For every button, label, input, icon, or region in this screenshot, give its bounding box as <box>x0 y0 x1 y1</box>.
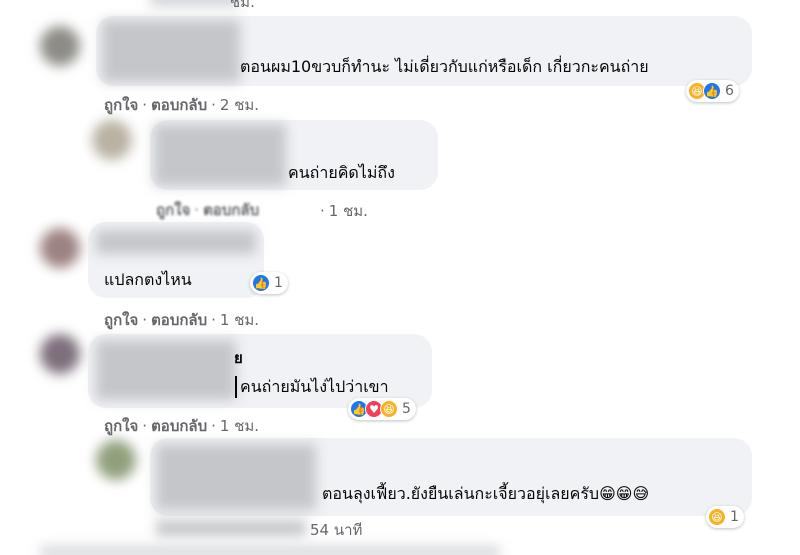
avatar[interactable] <box>40 26 80 66</box>
reaction-summary[interactable]: 👍 ♥ 😆 5 <box>348 398 416 420</box>
commenter-name-fragment[interactable]: ย <box>234 346 243 370</box>
reaction-count: 5 <box>402 401 411 417</box>
comment-time: 54 นาที <box>310 518 362 542</box>
comment-actions-blurred <box>156 520 306 536</box>
reaction-count: 1 <box>274 275 283 291</box>
commenter-name[interactable] <box>156 444 316 510</box>
reaction-summary[interactable]: 😆 1 <box>706 506 744 528</box>
reaction-count: 6 <box>725 83 734 99</box>
reaction-summary[interactable]: 👍 1 <box>250 272 288 294</box>
comment-time: · 1 ชม. <box>320 202 368 220</box>
comment-actions: ถูกใจ · ตอบกลับ · 1 ชม. <box>104 311 260 329</box>
next-comment-fragment <box>40 546 500 555</box>
comment-text: แปลกตงไหน <box>104 270 192 289</box>
like-icon: 👍 <box>252 274 270 292</box>
comment-text: คนถ่ายคิดไม่ถึง <box>288 163 395 182</box>
like-link[interactable]: ถูกใจ <box>104 311 138 329</box>
top-blur-fragment <box>150 0 240 6</box>
comment-text: ตอนลุงเฟี้ยว.ยังยืนเล่นกะเจี้ยวอยุ่เลยคร… <box>322 484 650 503</box>
timestamp[interactable]: 1 ชม. <box>220 311 259 329</box>
avatar[interactable] <box>96 440 136 480</box>
comment-actions: ถูกใจ · ตอบกลับ · 1 ชม. <box>104 417 260 435</box>
timestamp[interactable]: 1 ชม. <box>220 417 259 435</box>
reaction-summary[interactable]: 😆 👍 6 <box>686 80 739 102</box>
haha-icon: 😆 <box>708 508 726 526</box>
reaction-count: 1 <box>730 509 739 525</box>
top-time-fragment: ชม. <box>230 0 255 11</box>
mention-marker <box>235 376 237 398</box>
like-link[interactable]: ถูกใจ <box>104 96 138 114</box>
reply-link[interactable]: ตอบกลับ <box>151 96 207 114</box>
like-link[interactable]: ถูกใจ <box>104 417 138 435</box>
commenter-name[interactable] <box>96 340 236 400</box>
avatar[interactable] <box>40 228 80 268</box>
comment-text: คนถ่ายมันไง่ไปว่าเขา <box>240 377 389 396</box>
comment-actions-blurred: ถูกใจ · ตอบกลับ <box>156 201 260 219</box>
like-icon: 👍 <box>703 82 721 100</box>
timestamp[interactable]: 2 ชม. <box>220 96 259 114</box>
like-link[interactable]: ถูกใจ <box>156 201 190 219</box>
avatar[interactable] <box>40 334 80 374</box>
comment-actions: ถูกใจ · ตอบกลับ · 2 ชม. <box>104 96 260 114</box>
commenter-name[interactable] <box>96 230 256 254</box>
reply-link[interactable]: ตอบกลับ <box>151 417 207 435</box>
reply-link[interactable]: ตอบกลับ <box>203 201 259 219</box>
commenter-name[interactable] <box>154 124 286 186</box>
timestamp[interactable]: 54 นาที <box>310 521 362 539</box>
comment-text: ตอนผม10ขวบก็ทำนะ ไม่เดี่ยวกับแก่หรือเด็ก… <box>240 57 649 76</box>
reply-link[interactable]: ตอบกลับ <box>151 311 207 329</box>
avatar[interactable] <box>92 120 132 160</box>
commenter-name[interactable] <box>102 20 240 82</box>
timestamp[interactable]: 1 ชม. <box>329 202 368 220</box>
haha-icon: 😆 <box>380 400 398 418</box>
